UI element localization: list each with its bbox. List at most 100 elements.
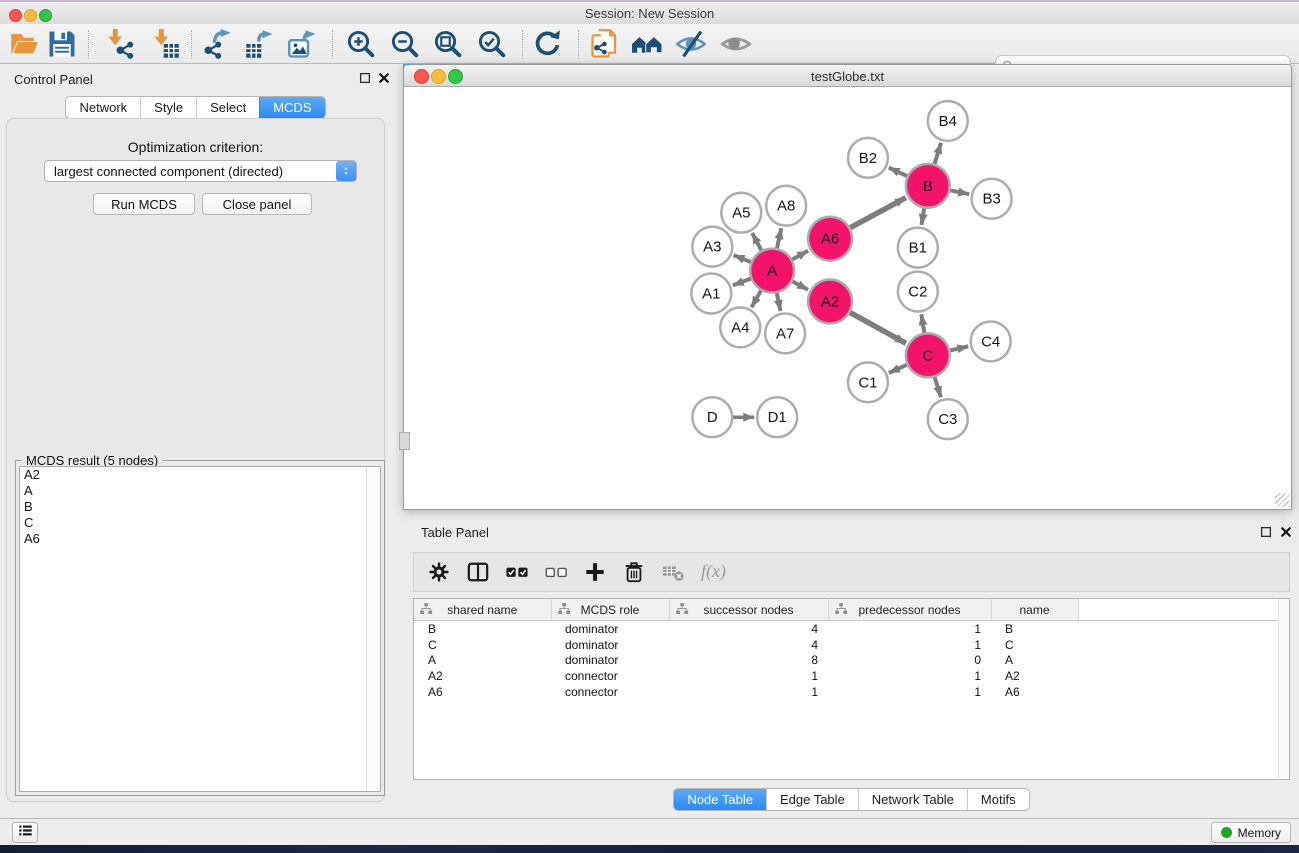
node-B2[interactable]: B2 [848, 138, 888, 178]
edge-A6-B[interactable] [850, 198, 906, 228]
edge-A-A5[interactable] [752, 233, 761, 250]
result-item[interactable]: C [20, 515, 380, 531]
cell[interactable]: 1 [828, 668, 991, 684]
column-header-predecessor-nodes[interactable]: predecessor nodes [828, 599, 991, 621]
edge-A-A6[interactable] [792, 251, 808, 260]
export-network-icon[interactable] [202, 29, 232, 59]
edge-A-A8[interactable] [777, 228, 781, 248]
cell[interactable]: dominator [551, 621, 669, 637]
node-D1[interactable]: D1 [757, 397, 797, 437]
create-column-icon[interactable] [584, 561, 606, 583]
node-A[interactable]: A [750, 249, 794, 293]
node-table[interactable]: shared nameMCDS rolesuccessor nodesprede… [413, 598, 1290, 780]
show-all-networks-icon[interactable] [632, 29, 662, 59]
edge-B-B2[interactable] [889, 168, 907, 177]
table-row[interactable]: Adominator80A [414, 653, 1289, 669]
node-C2[interactable]: C2 [898, 272, 938, 312]
cell[interactable]: A2 [991, 668, 1078, 684]
node-A3[interactable]: A3 [692, 227, 732, 267]
cell[interactable]: 1 [828, 637, 991, 653]
edge-C-C4[interactable] [950, 346, 968, 350]
cell[interactable]: 4 [669, 637, 828, 653]
table-row[interactable]: A6connector11A6 [414, 684, 1289, 700]
panel-splitter-handle[interactable] [399, 432, 410, 450]
tab-motifs[interactable]: Motifs [967, 789, 1029, 810]
hide-graphics-details-icon[interactable] [676, 29, 706, 59]
edge-A2-C[interactable] [850, 313, 906, 344]
delete-columns-icon[interactable] [623, 561, 645, 583]
function-builder-icon[interactable]: f(x) [701, 561, 726, 584]
task-history-button[interactable] [12, 822, 38, 843]
zoom-out-icon[interactable] [390, 29, 420, 59]
save-session-icon[interactable] [47, 29, 77, 59]
cell[interactable]: 0 [828, 653, 991, 669]
result-item[interactable]: B [20, 499, 380, 515]
node-C3[interactable]: C3 [928, 399, 968, 439]
float-panel-icon[interactable] [358, 71, 372, 85]
zoom-in-icon[interactable] [346, 29, 376, 59]
node-A8[interactable]: A8 [766, 186, 806, 226]
tab-network[interactable]: Network [66, 97, 140, 118]
cell[interactable]: dominator [551, 637, 669, 653]
edge-A-A3[interactable] [734, 255, 751, 262]
cell[interactable]: 1 [669, 684, 828, 700]
tab-select[interactable]: Select [196, 97, 259, 118]
edge-B-B3[interactable] [950, 190, 969, 194]
cell[interactable]: 1 [828, 621, 991, 637]
table-row[interactable]: Bdominator41B [414, 621, 1289, 637]
main-titlebar[interactable]: Session: New Session [0, 2, 1299, 24]
close-panel-button[interactable]: Close panel [202, 193, 312, 215]
node-A4[interactable]: A4 [720, 307, 760, 347]
edge-B-B1[interactable] [921, 208, 924, 225]
node-A7[interactable]: A7 [765, 313, 805, 353]
close-table-panel-icon[interactable] [1279, 525, 1293, 539]
cell[interactable]: C [991, 637, 1078, 653]
cell[interactable]: 1 [828, 684, 991, 700]
table-settings-icon[interactable] [428, 561, 450, 583]
show-column-panel-icon[interactable] [467, 561, 489, 583]
node-B4[interactable]: B4 [928, 101, 968, 141]
tab-edge-table[interactable]: Edge Table [766, 789, 858, 810]
network-view-window[interactable]: testGlobe.txt B4B2BB3A8A5A6A3B1AA1C2A2A4… [403, 64, 1292, 510]
result-item[interactable]: A2 [20, 467, 380, 483]
node-A1[interactable]: A1 [691, 274, 731, 314]
network-window-titlebar[interactable]: testGlobe.txt [404, 65, 1291, 87]
dropdown-chevrons-icon[interactable] [336, 161, 356, 181]
edge-A-A2[interactable] [792, 281, 808, 289]
zoom-selected-icon[interactable] [477, 29, 507, 59]
cell[interactable]: A6 [414, 684, 551, 700]
tab-style[interactable]: Style [140, 97, 196, 118]
column-header-shared-name[interactable]: shared name [414, 599, 551, 621]
table-row[interactable]: A2connector11A2 [414, 668, 1289, 684]
table-scrollbar[interactable] [1278, 599, 1289, 779]
edge-A-A4[interactable] [751, 291, 760, 308]
node-C4[interactable]: C4 [971, 321, 1011, 361]
resize-grip-icon[interactable] [1275, 493, 1289, 507]
column-header-successor-nodes[interactable]: successor nodes [669, 599, 828, 621]
edge-C-C2[interactable] [921, 314, 924, 333]
node-C1[interactable]: C1 [848, 362, 888, 402]
result-item[interactable]: A [20, 483, 380, 499]
close-panel-icon[interactable] [377, 71, 391, 85]
select-all-columns-icon[interactable] [506, 561, 528, 583]
cell[interactable]: 1 [669, 668, 828, 684]
cell[interactable]: A2 [414, 668, 551, 684]
tab-mcds[interactable]: MCDS [259, 97, 324, 118]
result-item[interactable]: A6 [20, 531, 380, 547]
cell[interactable]: A [414, 653, 551, 669]
unselect-all-columns-icon[interactable] [545, 561, 567, 583]
import-table-icon[interactable] [150, 29, 180, 59]
node-B3[interactable]: B3 [972, 179, 1012, 219]
column-header-MCDS-role[interactable]: MCDS role [551, 599, 669, 621]
clone-network-icon[interactable] [590, 29, 620, 59]
open-session-icon[interactable] [10, 29, 40, 59]
node-A5[interactable]: A5 [721, 193, 761, 233]
table-row[interactable]: Cdominator41C [414, 637, 1289, 653]
edge-A-A7[interactable] [777, 293, 781, 311]
cell[interactable]: dominator [551, 653, 669, 669]
edge-C-C3[interactable] [935, 377, 941, 397]
cell[interactable]: 4 [669, 621, 828, 637]
edge-C-C1[interactable] [889, 365, 907, 373]
node-A2[interactable]: A2 [808, 280, 852, 324]
cell[interactable]: B [414, 621, 551, 637]
